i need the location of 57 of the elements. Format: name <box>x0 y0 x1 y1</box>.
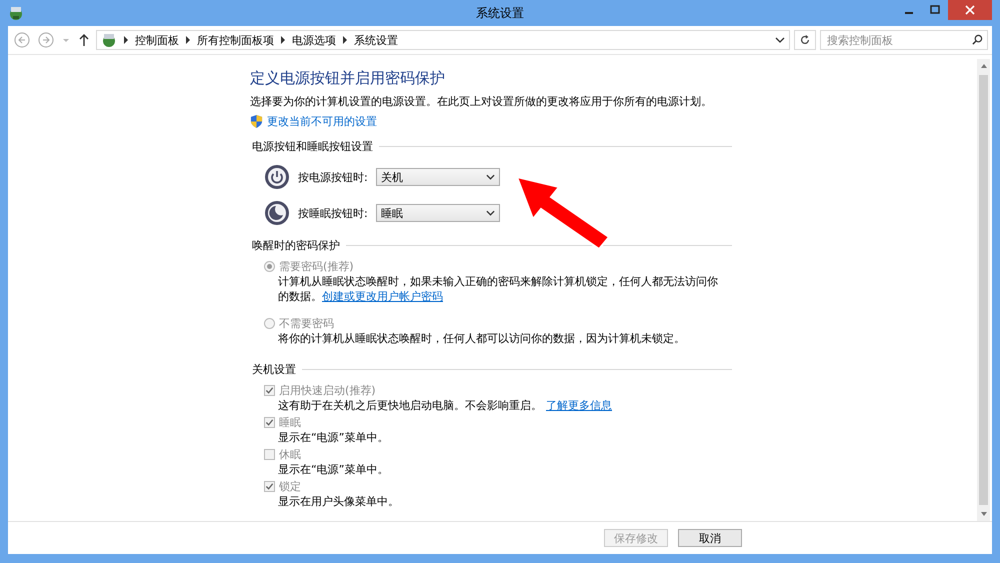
moon-icon <box>264 200 290 226</box>
breadcrumb[interactable]: 控制面板 <box>135 32 179 48</box>
section-heading: 电源按钮和睡眠按钮设置 <box>252 139 373 154</box>
close-button[interactable] <box>948 0 992 20</box>
option-description: 将你的计算机从睡眠状态唤醒时，任何人都可以访问你的数据，因为计算机未锁定。 <box>278 331 686 346</box>
refresh-icon <box>799 34 811 46</box>
option-label: 启用快速启动(推荐) <box>279 383 376 398</box>
section-heading: 唤醒时的密码保护 <box>252 238 340 253</box>
option-label: 睡眠 <box>279 415 301 430</box>
checkmark-icon <box>265 482 274 491</box>
address-field[interactable]: 控制面板 所有控制面板项 电源选项 系统设置 <box>96 30 790 50</box>
checkmark-icon <box>265 386 274 395</box>
option-label: 不需要密码 <box>279 316 334 331</box>
option-description: 计算机从睡眠状态唤醒时，如果未输入正确的密码来解除计算机锁定，任何人都无法访问你的数据。创建或更改用户帐户密码 <box>278 274 719 304</box>
chevron-down-icon <box>486 210 495 216</box>
checkmark-icon <box>265 418 274 427</box>
breadcrumb[interactable]: 系统设置 <box>354 32 398 48</box>
shield-icon <box>250 114 263 129</box>
window-title: 系统设置 <box>476 4 524 22</box>
breadcrumb[interactable]: 所有控制面板项 <box>197 32 274 48</box>
page-title: 定义电源按钮并启用密码保护 <box>250 69 446 88</box>
option-description: 显示在用户头像菜单中。 <box>278 494 400 509</box>
change-settings-link[interactable]: 更改当前不可用的设置 <box>267 114 377 129</box>
close-icon <box>965 5 975 15</box>
option-description: 显示在“电源”菜单中。 <box>278 430 390 445</box>
section-heading: 关机设置 <box>252 362 296 377</box>
chevron-icon <box>123 36 129 44</box>
dropdown-icon[interactable] <box>775 37 785 43</box>
power-icon <box>264 164 290 190</box>
option-description: 这有助于在关机之后更快地启动电脑。不会影响重启。 了解更多信息 <box>278 398 613 413</box>
option-label: 需要密码(推荐) <box>279 259 354 274</box>
action-dropdown[interactable]: 睡眠 <box>376 204 500 222</box>
setting-label: 按电源按钮时: <box>298 170 368 184</box>
option-description: 显示在“电源”菜单中。 <box>278 462 390 477</box>
minimize-icon <box>905 12 913 14</box>
scroll-down-icon <box>980 511 988 517</box>
control-panel-icon <box>101 32 117 48</box>
up-arrow-icon <box>78 33 90 47</box>
option-label: 休眠 <box>279 447 301 462</box>
option-label: 锁定 <box>279 479 301 494</box>
action-dropdown[interactable]: 关机 <box>376 168 500 186</box>
scrollbar[interactable] <box>977 59 990 521</box>
chevron-icon <box>185 36 191 44</box>
refresh-button[interactable] <box>794 30 816 50</box>
setting-label: 按睡眠按钮时: <box>298 206 368 220</box>
caret-icon <box>62 36 70 44</box>
search-icon <box>972 34 983 45</box>
cancel-button[interactable]: 取消 <box>678 529 742 547</box>
maximize-icon <box>930 5 940 15</box>
chevron-icon <box>342 36 348 44</box>
scroll-up-icon <box>980 63 988 69</box>
chevron-down-icon <box>486 174 495 180</box>
search-field[interactable]: 搜索控制面板 <box>820 30 988 50</box>
chevron-icon <box>280 36 286 44</box>
page-description: 选择要为你的计算机设置的电源设置。在此页上对设置所做的更改将应用于你所有的电源计划。 <box>250 94 713 109</box>
control-panel-icon <box>8 5 24 21</box>
breadcrumb[interactable]: 电源选项 <box>292 32 336 48</box>
